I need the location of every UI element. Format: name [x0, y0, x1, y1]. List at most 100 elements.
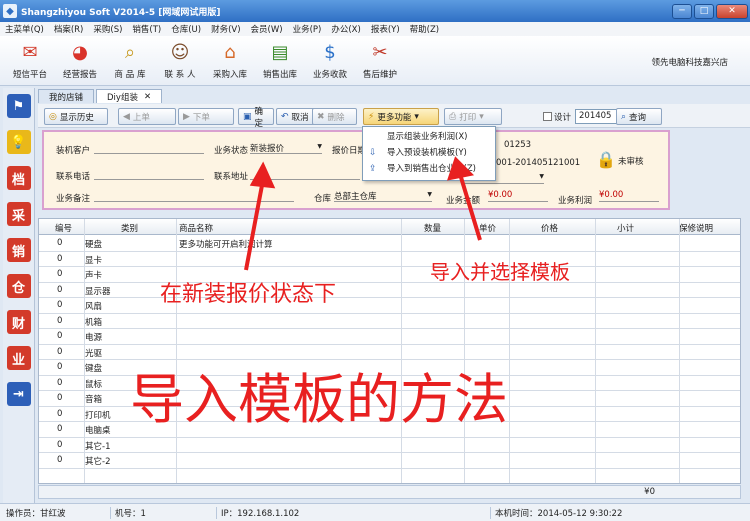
warehouse-select[interactable]: 总部主仓库 [334, 190, 432, 202]
business-icon[interactable]: 业 [6, 346, 31, 370]
menu-option-0[interactable]: 显示组装业务利润(X) [363, 130, 495, 145]
show-history-button[interactable]: ◎ 显示历史 [44, 108, 108, 125]
table-row[interactable]: 0 电源 [39, 329, 740, 345]
column-header[interactable]: 小计 [617, 222, 634, 234]
address-input[interactable] [250, 168, 360, 180]
menu-option-1[interactable]: ⇩ 导入预设装机模板(Y) [363, 146, 495, 161]
table-row[interactable]: 0 机箱 [39, 314, 740, 329]
warehouse-icon[interactable]: 仓 [6, 274, 31, 298]
table-row[interactable]: 0 其它-1 [39, 438, 740, 453]
table-row[interactable]: 0 硬盘 更多功能可开启利润计算 [39, 236, 740, 252]
table-row[interactable]: 0 其它-2 [39, 453, 740, 469]
query-button[interactable]: ⌕ 查询 [616, 108, 662, 125]
table-row[interactable]: 0 声卡 [39, 267, 740, 283]
menu-item-7[interactable]: 业务(P) [288, 23, 327, 35]
maximize-button[interactable]: □ [694, 3, 714, 19]
order-number-partial: 01253 [504, 140, 532, 150]
sales-icon[interactable]: 销 [6, 238, 31, 262]
total-value: ¥0 [644, 487, 655, 497]
cell-category: 其它-2 [85, 457, 111, 467]
cell-category: 机箱 [85, 317, 103, 328]
order-number: 001-201405121001 [496, 158, 581, 168]
archive-icon[interactable]: 档 [6, 166, 31, 190]
column-header[interactable]: 数量 [424, 222, 441, 234]
toolbar-item-0[interactable]: ✉ 短信平台 [4, 38, 56, 84]
time-status: 本机时间：2014-05-12 9:30:22 [490, 507, 622, 519]
phone-input[interactable] [94, 168, 204, 180]
status-label: 业务状态 [214, 146, 249, 156]
close-tab-icon[interactable]: ✕ [144, 92, 151, 102]
toolbar-item-6[interactable]: $ 业务收款 [304, 38, 356, 84]
phone-label: 联系电话 [56, 172, 91, 182]
design-checkbox[interactable] [543, 112, 552, 121]
table-row[interactable]: 0 显示器 [39, 283, 740, 298]
confirm-button[interactable]: ▣ 确定 [238, 107, 274, 129]
table-row[interactable]: 0 风扇 [39, 298, 740, 314]
annotation-status: 在新装报价状态下 [160, 282, 337, 307]
column-header[interactable]: 编号 [55, 222, 72, 234]
cell-category: 电脑桌 [85, 426, 111, 436]
history-icon: ◎ [49, 111, 57, 122]
menu-item-4[interactable]: 仓库(U) [166, 23, 206, 35]
menu-item-3[interactable]: 销售(T) [127, 23, 166, 35]
cell-id: 0 [57, 455, 63, 465]
cell-category: 打印机 [85, 410, 111, 421]
toolbar-item-4[interactable]: ⌂ 采购入库 [204, 38, 256, 84]
menu-item-10[interactable]: 帮助(Z) [405, 23, 444, 35]
menu-item-8[interactable]: 办公(X) [326, 23, 365, 35]
date-label: 报价日期 [332, 146, 367, 156]
exit-icon[interactable]: ⇥ [6, 382, 31, 406]
prev-order-button[interactable]: ◀ 上单 [118, 108, 176, 125]
customer-input[interactable] [94, 142, 204, 154]
machine-status: 机号：1 [110, 507, 146, 519]
menu-item-6[interactable]: 会员(W) [246, 23, 288, 35]
toolbar-item-7[interactable]: ✂ 售后维护 [354, 38, 406, 84]
cell-category: 声卡 [85, 271, 103, 281]
toolbar-item-5[interactable]: ▤ 销售出库 [254, 38, 306, 84]
amount-value: ¥0.00 [488, 190, 548, 202]
grid-header: 编号 类别 商品名称 数量 单价 价格 小计 保修说明 [39, 219, 740, 235]
warehouse-label: 仓库 [314, 194, 332, 204]
menu-option-2[interactable]: ⇪ 导入到销售出仓业务(Z) [363, 162, 495, 177]
close-button[interactable]: ✕ [716, 3, 748, 19]
tab-my-store[interactable]: 我的店铺 [38, 89, 95, 103]
finance-icon[interactable]: 财 [6, 310, 31, 334]
menu-item-1[interactable]: 档案(R) [49, 23, 89, 35]
chevron-down-icon: ▾ [414, 111, 419, 122]
column-header[interactable]: 价格 [541, 222, 558, 234]
table-row[interactable]: 0 显卡 [39, 252, 740, 267]
pie-chart-icon: ◕ [72, 41, 88, 63]
flag-icon[interactable]: ⚑ [6, 94, 31, 118]
next-order-button[interactable]: ▶ 下单 [178, 108, 234, 125]
more-functions-button[interactable]: ⚡ 更多功能 ▾ [363, 108, 439, 125]
remark-input[interactable] [94, 190, 294, 202]
review-status: 未审核 [618, 157, 644, 167]
status-select[interactable]: 新装报价 [250, 142, 322, 154]
menu-item-9[interactable]: 报表(Y) [366, 23, 405, 35]
menu-item-5[interactable]: 财务(V) [206, 23, 245, 35]
window-title: Shangzhiyou Soft V2014-5 [网域网试用版] [21, 7, 221, 18]
toolbar-item-3[interactable]: ☺ 联 系 人 [154, 38, 206, 84]
column-header[interactable]: 单价 [479, 222, 496, 234]
customer-label: 装机客户 [56, 146, 91, 156]
menu-option-label: 导入到销售出仓业务(Z) [387, 164, 476, 174]
order-form: 装机客户 业务状态 新装报价 报价日期 01253 001-2014051210… [42, 130, 670, 210]
cell-category: 风扇 [85, 302, 103, 312]
menu-item-0[interactable]: 主菜单(Q) [0, 23, 49, 35]
delete-button[interactable]: ✖ 删除 [312, 108, 357, 125]
column-header[interactable]: 保修说明 [679, 222, 713, 234]
column-header[interactable]: 商品名称 [179, 222, 213, 234]
menu-item-2[interactable]: 采购(S) [88, 23, 127, 35]
print-button[interactable]: ⎙ 打印 ▾ [444, 108, 502, 125]
left-sidebar: ⚑ 💡 档采销仓财业 ⇥ [3, 88, 35, 504]
tab-diy-assembly[interactable]: Diy组装 ✕ [96, 89, 163, 103]
minimize-button[interactable]: ─ [672, 3, 692, 19]
purchase-icon[interactable]: 采 [6, 202, 31, 226]
toolbar-item-1[interactable]: ◕ 经营报告 [54, 38, 106, 84]
profit-label: 业务利润 [558, 196, 593, 206]
toolbar-item-2[interactable]: ⌕ 商 品 库 [104, 38, 156, 84]
arrow-right-icon: ▶ [183, 111, 190, 122]
lightbulb-icon[interactable]: 💡 [6, 130, 31, 154]
column-header[interactable]: 类别 [121, 222, 138, 234]
cell-id: 0 [57, 315, 63, 326]
